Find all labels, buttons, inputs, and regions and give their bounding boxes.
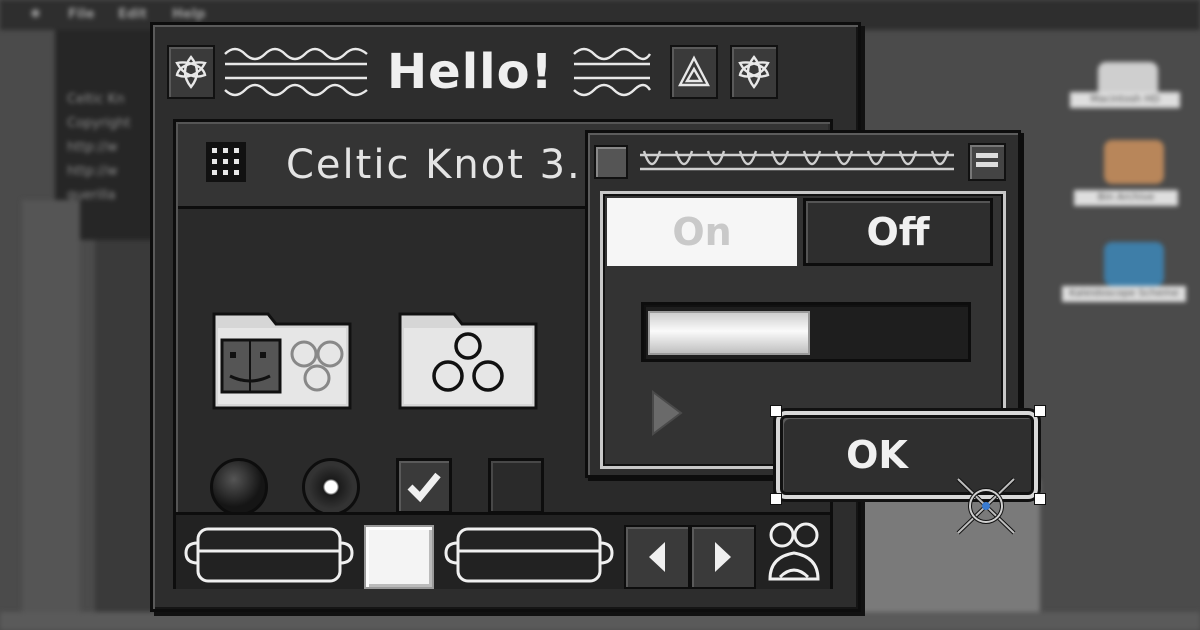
desktop-icon-label: Macintosh HD xyxy=(1070,92,1180,108)
slider-track[interactable] xyxy=(641,302,971,362)
checkbox-unchecked[interactable] xyxy=(488,458,544,514)
slider-fill[interactable] xyxy=(648,311,810,355)
close-box[interactable] xyxy=(167,45,215,99)
desktop-icon-label: Kaleidoscope Scheme xyxy=(1062,286,1186,302)
panel-close-box[interactable] xyxy=(594,145,628,179)
knot-border-right xyxy=(570,44,652,100)
folder-icon[interactable] xyxy=(1104,242,1164,286)
grid-icon[interactable] xyxy=(206,142,246,182)
ok-button-selection: OK xyxy=(770,405,1046,535)
menu-help[interactable]: Help xyxy=(172,7,205,22)
triquetra-icon xyxy=(175,55,207,89)
checkmark-icon xyxy=(407,472,441,503)
text-line: Celtic Kn xyxy=(67,92,125,107)
radio-button-unselected[interactable] xyxy=(210,458,268,516)
checkbox-checked[interactable] xyxy=(396,458,452,514)
knot-handle-icon[interactable] xyxy=(444,525,614,585)
scroll-left-button[interactable] xyxy=(624,525,690,589)
left-arrow-icon xyxy=(649,542,665,572)
off-segment[interactable]: Off xyxy=(803,198,993,266)
desktop-icon-label: Bin Archive xyxy=(1074,190,1178,206)
panel-zoom-box[interactable] xyxy=(968,143,1006,181)
scroll-thumb[interactable] xyxy=(364,525,434,589)
selection-handle[interactable] xyxy=(1034,493,1046,505)
horizontal-scrollbar[interactable] xyxy=(176,512,830,589)
window-title: Hello! xyxy=(387,44,554,100)
radio-button-selected[interactable] xyxy=(302,458,360,516)
inner-window-title: Celtic Knot 3. xyxy=(286,142,582,188)
scroll-right-button[interactable] xyxy=(690,525,756,589)
text-line: http://w xyxy=(67,164,118,179)
menu-file[interactable]: File xyxy=(68,7,95,22)
knot-title-pattern-icon xyxy=(640,150,954,171)
apple-menu-icon[interactable]: ✱ xyxy=(30,7,41,22)
collapse-box[interactable] xyxy=(669,45,718,99)
celtic-cursor-icon xyxy=(956,477,1016,535)
celtic-knot-icon xyxy=(768,522,820,581)
text-line: Copyright xyxy=(67,116,131,131)
trefoil-folder-icon[interactable] xyxy=(396,300,542,412)
celtic-knot-pattern-icon xyxy=(224,47,368,97)
disclosure-triangle-icon[interactable] xyxy=(647,388,687,438)
background-window xyxy=(22,200,80,630)
on-segment[interactable]: On xyxy=(607,198,797,266)
zoom-box[interactable] xyxy=(729,45,778,99)
text-line: http://w xyxy=(67,140,118,155)
knot-border-left xyxy=(221,44,371,100)
menu-edit[interactable]: Edit xyxy=(118,7,147,22)
archive-icon[interactable] xyxy=(1104,140,1164,184)
background-window xyxy=(95,240,155,630)
window-title-bar[interactable]: Hello! xyxy=(167,39,837,105)
knot-handle-icon[interactable] xyxy=(184,525,354,585)
selection-handle[interactable] xyxy=(770,405,782,417)
background-bar xyxy=(0,612,1200,630)
selection-handle[interactable] xyxy=(1034,405,1046,417)
finder-folder-icon[interactable] xyxy=(210,300,356,412)
celtic-knot-pattern-icon xyxy=(572,47,651,97)
triquetra-up-icon xyxy=(677,55,710,87)
panel-title-bar[interactable] xyxy=(594,139,1006,185)
selection-handle[interactable] xyxy=(770,493,782,505)
triquetra-icon xyxy=(737,55,770,89)
right-arrow-icon xyxy=(715,542,731,572)
